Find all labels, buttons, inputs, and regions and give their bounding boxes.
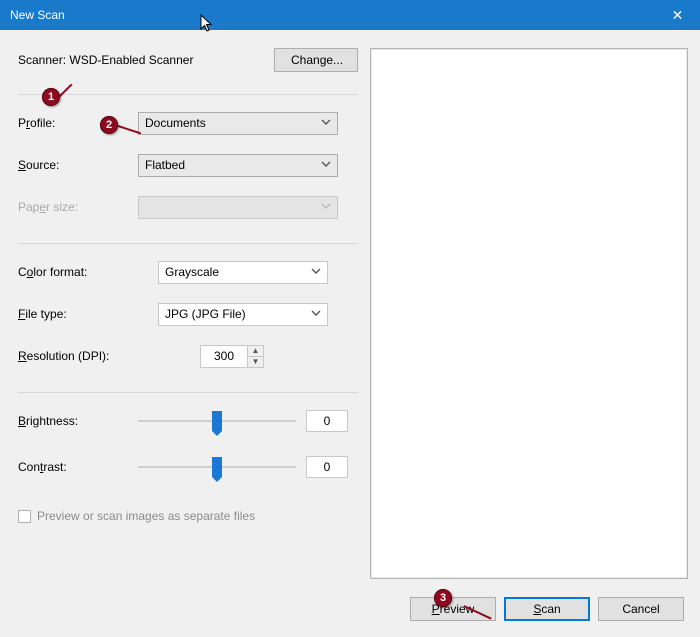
divider	[18, 392, 358, 393]
contrast-label: Contrast:	[18, 460, 138, 474]
divider	[18, 94, 358, 95]
slider-thumb-icon[interactable]	[212, 411, 222, 431]
divider	[18, 243, 358, 244]
close-icon: ✕	[672, 7, 684, 24]
change-scanner-button[interactable]: Change...	[274, 48, 358, 72]
resolution-spinner[interactable]: 300 ▲ ▼	[200, 345, 264, 368]
dialog-footer: 3 Preview Scan Cancel	[0, 589, 700, 637]
settings-pane: Scanner: WSD-Enabled Scanner Change... 1…	[18, 48, 358, 579]
contrast-value[interactable]: 0	[306, 456, 348, 478]
titlebar: New Scan ✕	[0, 0, 700, 30]
chevron-down-icon	[321, 158, 331, 172]
chevron-down-icon	[321, 200, 331, 214]
color-format-select[interactable]: Grayscale	[158, 261, 328, 284]
separate-files-checkbox-row: Preview or scan images as separate files	[18, 509, 358, 523]
spinner-down-icon[interactable]: ▼	[248, 357, 263, 367]
annotation-badge-1: 1	[42, 88, 60, 106]
file-type-select[interactable]: JPG (JPG File)	[158, 303, 328, 326]
source-label: Source:	[18, 158, 138, 172]
paper-size-select	[138, 196, 338, 219]
window-close-button[interactable]: ✕	[655, 0, 700, 30]
separate-files-label: Preview or scan images as separate files	[37, 509, 255, 523]
chevron-down-icon	[311, 307, 321, 321]
brightness-value[interactable]: 0	[306, 410, 348, 432]
chevron-down-icon	[311, 265, 321, 279]
brightness-slider[interactable]	[138, 409, 296, 433]
profile-select[interactable]: Documents	[138, 112, 338, 135]
brightness-label: Brightness:	[18, 414, 138, 428]
cancel-button[interactable]: Cancel	[598, 597, 684, 621]
new-scan-dialog: New Scan ✕ Scanner: WSD-Enabled Scanner …	[0, 0, 700, 637]
window-title: New Scan	[10, 8, 65, 22]
separate-files-checkbox	[18, 510, 31, 523]
profile-label: Profile:	[18, 116, 138, 130]
scan-preview-area	[370, 48, 688, 579]
scanner-label: Scanner: WSD-Enabled Scanner	[18, 53, 274, 67]
chevron-down-icon	[321, 116, 331, 130]
resolution-label: Resolution (DPI):	[18, 349, 158, 363]
scan-button[interactable]: Scan	[504, 597, 590, 621]
contrast-slider[interactable]	[138, 455, 296, 479]
paper-size-label: Paper size:	[18, 200, 138, 214]
preview-button[interactable]: Preview	[410, 597, 496, 621]
slider-thumb-icon[interactable]	[212, 457, 222, 477]
spinner-up-icon[interactable]: ▲	[248, 346, 263, 357]
source-select[interactable]: Flatbed	[138, 154, 338, 177]
color-format-label: Color format:	[18, 265, 158, 279]
file-type-label: File type:	[18, 307, 158, 321]
